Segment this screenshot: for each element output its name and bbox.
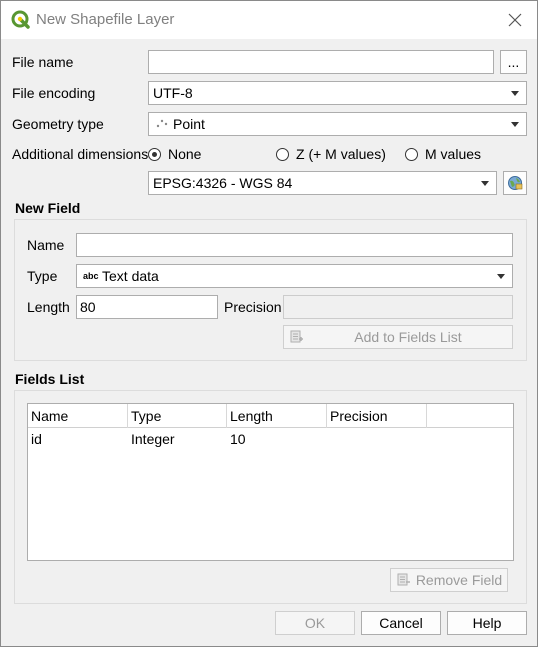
remove-field-icon	[397, 573, 410, 586]
close-icon[interactable]	[507, 12, 523, 28]
crs-selector-button[interactable]	[503, 171, 527, 195]
precision-input[interactable]	[283, 295, 513, 319]
length-input[interactable]: 80	[76, 295, 218, 319]
additional-dimensions-label: Additional dimensions	[12, 146, 149, 162]
fields-list-group: Name Type Length Precision id Integer 10…	[14, 390, 527, 604]
table-cell-length: 10	[230, 431, 246, 447]
remove-field-label: Remove Field	[415, 572, 503, 588]
file-name-label: File name	[12, 54, 74, 70]
geometry-type-value: Point	[173, 116, 205, 132]
fields-list-group-title: Fields List	[15, 371, 85, 387]
table-header-row: Name Type Length Precision	[28, 404, 513, 428]
file-encoding-value: UTF-8	[153, 85, 193, 101]
dimension-z-label: Z (+ M values)	[296, 146, 386, 162]
column-header-name[interactable]: Name	[28, 404, 128, 428]
add-to-fields-list-label: Add to Fields List	[354, 329, 462, 345]
field-name-label: Name	[27, 237, 65, 253]
new-field-group: Name Type abc Text data Length 80 Precis…	[14, 219, 527, 361]
length-value: 80	[80, 299, 96, 315]
dimension-none-label: None	[168, 146, 202, 162]
title-bar: New Shapefile Layer	[1, 1, 537, 39]
chevron-down-icon	[497, 274, 505, 279]
new-shapefile-layer-dialog: New Shapefile Layer File name ... File e…	[0, 0, 538, 647]
column-header-length[interactable]: Length	[227, 404, 327, 428]
length-label: Length	[27, 299, 70, 315]
add-field-icon	[290, 330, 303, 343]
cancel-button[interactable]: Cancel	[361, 611, 441, 635]
help-button[interactable]: Help	[447, 611, 527, 635]
chevron-down-icon	[481, 181, 489, 186]
window-title: New Shapefile Layer	[36, 11, 175, 28]
remove-field-button[interactable]: Remove Field	[390, 568, 508, 592]
chevron-down-icon	[511, 91, 519, 96]
table-cell-name: id	[31, 431, 42, 447]
point-geometry-icon	[156, 119, 168, 128]
file-encoding-select[interactable]: UTF-8	[148, 81, 527, 105]
precision-label: Precision	[224, 299, 282, 315]
geometry-type-label: Geometry type	[12, 116, 104, 132]
field-type-select[interactable]: abc Text data	[76, 264, 513, 288]
file-name-input[interactable]	[148, 50, 494, 74]
ok-button[interactable]: OK	[275, 611, 355, 635]
dimension-z-radio[interactable]	[276, 148, 289, 161]
column-header-type[interactable]: Type	[128, 404, 227, 428]
table-cell-precision	[327, 428, 427, 450]
column-header-precision[interactable]: Precision	[327, 404, 427, 428]
field-name-input[interactable]	[76, 233, 513, 257]
table-row[interactable]: id Integer 10	[28, 428, 513, 450]
globe-icon	[508, 176, 523, 190]
chevron-down-icon	[511, 122, 519, 127]
browse-button[interactable]: ...	[500, 50, 527, 74]
crs-value: EPSG:4326 - WGS 84	[153, 175, 293, 191]
dimension-m-label: M values	[425, 146, 482, 162]
field-type-value: Text data	[102, 268, 159, 284]
qgis-logo-icon	[11, 10, 30, 29]
field-type-label: Type	[27, 268, 58, 284]
add-to-fields-list-button[interactable]: Add to Fields List	[283, 325, 513, 349]
geometry-type-select[interactable]: Point	[148, 112, 527, 136]
crs-select[interactable]: EPSG:4326 - WGS 84	[148, 171, 497, 195]
new-field-group-title: New Field	[15, 200, 81, 216]
fields-table[interactable]: Name Type Length Precision id Integer 10	[27, 403, 514, 561]
dimension-m-radio[interactable]	[405, 148, 418, 161]
dimension-none-radio[interactable]	[148, 148, 161, 161]
text-type-icon: abc	[83, 271, 99, 281]
table-cell-type: Integer	[131, 431, 175, 447]
file-encoding-label: File encoding	[12, 85, 96, 101]
